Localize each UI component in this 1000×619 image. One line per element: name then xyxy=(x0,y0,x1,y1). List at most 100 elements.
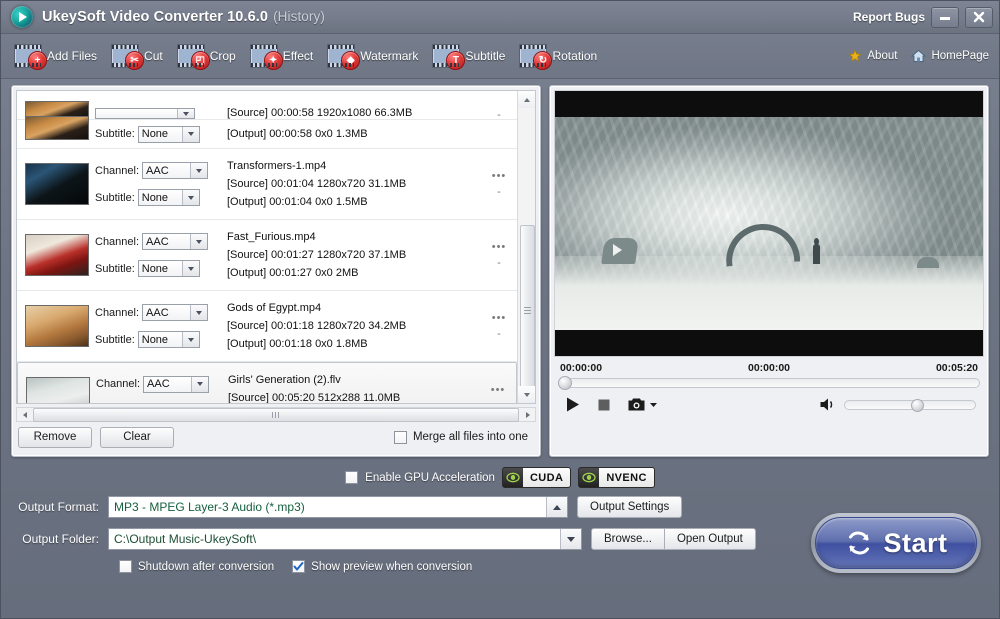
seek-track[interactable] xyxy=(558,378,980,388)
toolbar-item-rotation[interactable]: ↻ Rotation xyxy=(514,40,606,72)
row-more-button[interactable]: ••• xyxy=(492,313,507,324)
output-folder-select[interactable]: C:\Output Music-UkeySoft\ xyxy=(108,528,582,550)
row-output-info: [Output] 00:01:04 0x0 1.5MB xyxy=(227,196,368,208)
output-folder-label: Output Folder: xyxy=(22,532,99,546)
homepage-link[interactable]: HomePage xyxy=(911,49,989,63)
row-subtitle-field[interactable]: Subtitle: None xyxy=(95,331,221,348)
row-channel-field[interactable]: Channel: AAC xyxy=(95,162,221,179)
table-row[interactable]: Channel: AAC Subtitle: None xyxy=(17,220,517,291)
scroll-up-button[interactable] xyxy=(518,91,535,108)
cut-badge: ✂ xyxy=(125,51,145,70)
seek-handle[interactable] xyxy=(558,376,572,390)
row-file-name: Fast_Furious.mp4 xyxy=(227,231,316,243)
row-source-info: [Source] 00:05:20 512x288 11.0MB xyxy=(228,391,401,404)
channel-select[interactable]: AAC xyxy=(143,375,210,393)
refresh-icon xyxy=(849,531,870,555)
remove-button[interactable]: Remove xyxy=(18,426,92,448)
row-source-info: [Source] 00:00:58 1920x1080 66.3MB xyxy=(227,107,413,119)
chevron-up-icon[interactable] xyxy=(546,497,567,517)
volume-slider-track[interactable] xyxy=(844,398,976,412)
subtitle-select[interactable]: None xyxy=(137,189,200,206)
scroll-down-button[interactable] xyxy=(518,386,535,403)
subtitle-select[interactable]: None xyxy=(137,125,200,143)
subtitle-value: None xyxy=(141,333,169,346)
crop-icon: ◰ xyxy=(176,44,210,70)
toolbar-item-effect[interactable]: ✦ Effect xyxy=(245,40,322,72)
row-subtitle-field[interactable]: Subtitle: None xyxy=(96,402,222,403)
volume-slider-handle[interactable] xyxy=(911,398,924,412)
row-subtitle-field[interactable]: Subtitle: None xyxy=(95,125,221,143)
channel-select[interactable]: AAC xyxy=(142,233,209,250)
file-list-horizontal-scrollbar[interactable] xyxy=(16,407,536,422)
row-channel-field[interactable]: Channel: AAC xyxy=(95,233,221,250)
table-row[interactable]: Channel: AAC Subtitle: None xyxy=(17,291,517,362)
row-subtitle-field[interactable]: Subtitle: None xyxy=(95,189,221,206)
row-more-button[interactable]: ••• xyxy=(492,242,507,253)
subtitle-select[interactable]: None xyxy=(137,331,200,348)
scroll-right-button[interactable] xyxy=(520,408,535,421)
toolbar-item-cut[interactable]: ✂ Cut xyxy=(106,40,172,72)
subtitle-value: None xyxy=(141,191,169,204)
app-window: UkeySoft Video Converter 10.6.0 (History)… xyxy=(0,0,1000,619)
nvenc-badge[interactable]: NVENC xyxy=(578,467,655,488)
clear-button[interactable]: Clear xyxy=(100,426,174,448)
output-settings-button[interactable]: Output Settings xyxy=(577,496,683,518)
about-link[interactable]: About xyxy=(848,49,897,63)
row-channel-field[interactable]: Channel: AAC xyxy=(95,304,221,321)
chevron-right-icon xyxy=(525,411,530,418)
channel-select[interactable]: AAC xyxy=(142,162,209,179)
row-more-button[interactable]: ••• xyxy=(491,384,506,395)
subtitle-select[interactable]: None xyxy=(137,260,200,277)
snapshot-button[interactable] xyxy=(627,397,658,412)
table-row[interactable]: [Source] 00:00:58 1920x1080 66.3MB - xyxy=(17,91,517,121)
table-row-selected[interactable]: Channel: AAC Subtitle: None xyxy=(17,362,517,403)
stop-button[interactable] xyxy=(597,398,611,412)
toolbar-item-watermark[interactable]: ◆ Watermark xyxy=(322,40,427,72)
file-list-vertical-scrollbar[interactable] xyxy=(517,91,535,403)
toolbar-item-crop[interactable]: ◰ Crop xyxy=(172,40,245,72)
scroll-thumb-horizontal[interactable] xyxy=(33,407,519,422)
subtitle-label: Subtitle: xyxy=(95,191,135,204)
file-list: [Source] 00:00:58 1920x1080 66.3MB - Sub… xyxy=(16,90,536,404)
minimize-button[interactable] xyxy=(931,6,959,28)
play-logo-icon xyxy=(11,6,33,28)
row-file-name: Gods of Egypt.mp4 xyxy=(227,302,322,314)
merge-files-checkbox[interactable]: Merge all files into one xyxy=(393,430,534,444)
report-bugs-link[interactable]: Report Bugs xyxy=(853,10,925,24)
open-output-button[interactable]: Open Output xyxy=(664,528,756,550)
show-preview-checkbox[interactable]: Show preview when conversion xyxy=(292,560,472,573)
show-preview-checkbox-box[interactable] xyxy=(292,560,306,573)
row-more-button[interactable]: ••• xyxy=(492,171,507,182)
channel-value: AAC xyxy=(147,378,170,390)
close-button[interactable] xyxy=(965,6,993,28)
table-row-continued[interactable]: Subtitle: None [Output] 00:00:58 0x0 1.3… xyxy=(17,116,517,149)
row-channel-field[interactable]: Channel: AAC xyxy=(96,375,222,393)
shutdown-checkbox-box[interactable] xyxy=(119,560,132,573)
video-preview[interactable] xyxy=(554,90,984,357)
subtitle-label: Subtitle: xyxy=(95,128,135,140)
channel-value: AAC xyxy=(146,164,169,177)
scroll-left-button[interactable] xyxy=(17,408,32,421)
scroll-thumb[interactable] xyxy=(520,225,535,397)
cuda-badge[interactable]: CUDA xyxy=(501,467,572,488)
volume-control[interactable] xyxy=(819,397,976,412)
row-status-dash: - xyxy=(496,400,500,403)
channel-select[interactable] xyxy=(95,108,195,119)
subtitle-select[interactable]: None xyxy=(138,402,201,403)
chevron-down-icon[interactable] xyxy=(560,529,581,549)
row-subtitle-field[interactable]: Subtitle: None xyxy=(95,260,221,277)
gpu-checkbox[interactable] xyxy=(345,471,359,484)
start-button[interactable]: Start xyxy=(811,513,981,573)
toolbar-item-subtitle[interactable]: T Subtitle xyxy=(427,40,514,72)
browse-button[interactable]: Browse... xyxy=(591,528,665,550)
play-button[interactable] xyxy=(564,396,581,413)
merge-checkbox-box[interactable] xyxy=(393,430,407,444)
seek-slider[interactable] xyxy=(558,376,980,390)
toolbar-item-add-files[interactable]: + Add Files xyxy=(9,40,106,72)
channel-select[interactable]: AAC xyxy=(142,304,209,321)
table-row[interactable]: Channel: AAC Subtitle: None xyxy=(17,149,517,220)
output-format-select[interactable]: MP3 - MPEG Layer-3 Audio (*.mp3) xyxy=(108,496,568,518)
shutdown-after-conversion-checkbox[interactable]: Shutdown after conversion xyxy=(119,560,274,573)
row-channel-field[interactable] xyxy=(95,108,221,119)
toolbar-label-cut: Cut xyxy=(144,49,163,63)
